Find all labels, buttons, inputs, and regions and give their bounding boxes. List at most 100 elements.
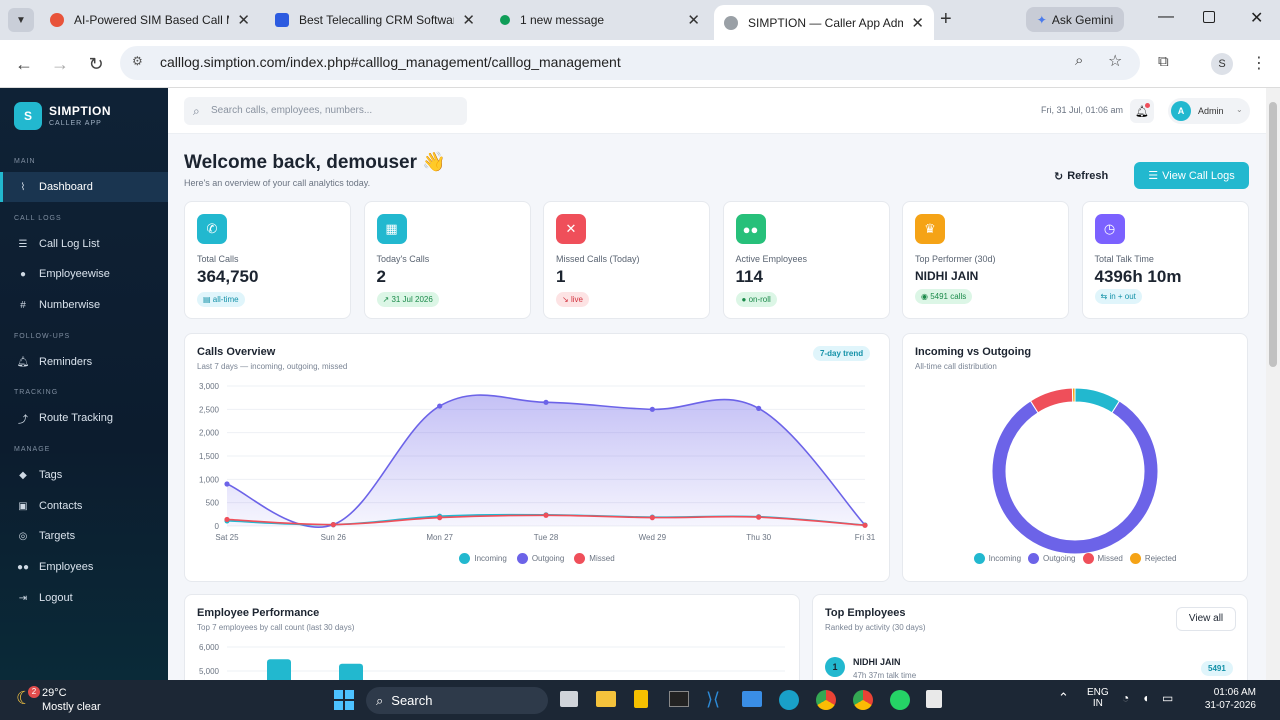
back-button[interactable]: ←: [12, 52, 36, 76]
stat-pill: ↗ 31 Jul 2026: [376, 292, 439, 307]
forward-button[interactable]: →: [48, 52, 72, 76]
search-input[interactable]: ⌕ Search calls, employees, numbers...: [184, 97, 467, 125]
donut-slice-incoming[interactable]: [1074, 387, 1121, 414]
zoom-icon[interactable]: ⌕: [1075, 52, 1083, 69]
browser-menu-icon[interactable]: ⋮: [1251, 53, 1267, 73]
legend-item[interactable]: Missed: [1082, 553, 1123, 564]
close-tab-icon[interactable]: ✕: [462, 11, 475, 29]
weather-widget[interactable]: ☾ 2 29°C Mostly clear: [14, 686, 124, 716]
donut-slice-outgoing[interactable]: [991, 400, 1159, 554]
tab-title: Best Telecalling CRM Software To: [299, 13, 454, 27]
app-icon[interactable]: [926, 690, 942, 708]
legend-item[interactable]: Incoming: [973, 553, 1021, 564]
pill-text: on-roll: [748, 295, 771, 304]
notification-button[interactable]: 🔔︎: [1130, 99, 1154, 123]
minimize-button[interactable]: —: [1158, 8, 1174, 26]
terminal-icon[interactable]: [669, 691, 689, 707]
sidebar-item-employeewise[interactable]: ● Employeewise: [0, 259, 168, 289]
browser-toolbar: ← → ↻ ⚙ calllog.simption.com/index.php#c…: [0, 40, 1280, 88]
legend-item[interactable]: Incoming: [459, 553, 507, 564]
page-scrollbar[interactable]: [1266, 88, 1280, 680]
x-tick-label: Wed 29: [639, 533, 667, 542]
stat-value: 114: [735, 267, 763, 286]
stat-label: Today's Calls: [376, 254, 430, 264]
sidebar-item-numberwise[interactable]: # Numberwise: [0, 290, 168, 320]
taskbar-search[interactable]: ⌕ Search: [366, 687, 548, 714]
vscode-icon[interactable]: ⟩⟨: [706, 689, 720, 710]
language-indicator[interactable]: ENG IN: [1087, 687, 1109, 709]
browser-tab-active[interactable]: SIMPTION — Caller App Admin ✕: [714, 5, 934, 40]
photos-icon[interactable]: [742, 691, 762, 707]
browser-tab[interactable]: AI-Powered SIM Based Call Manag ✕: [40, 6, 260, 34]
sidebar-item-dashboard[interactable]: ⌇ Dashboard: [0, 172, 168, 202]
legend-item[interactable]: Outgoing: [516, 553, 564, 564]
sidebar-item-route-tracking[interactable]: ⤴ Route Tracking: [0, 403, 168, 433]
refresh-button[interactable]: ↻ Refresh: [1054, 165, 1108, 187]
view-all-button[interactable]: View all: [1176, 607, 1236, 631]
browser-tab[interactable]: 1 new message ✕: [490, 6, 710, 34]
rank-badge: 1: [825, 657, 845, 677]
data-point: [756, 405, 762, 411]
pill-icon: ●: [741, 295, 749, 304]
extensions-icon[interactable]: ⧉: [1158, 53, 1169, 70]
sidebar-item-label: Employees: [39, 561, 94, 573]
scrollbar-thumb[interactable]: [1269, 102, 1277, 367]
clock[interactable]: 01:06 AM 31-07-2026: [1190, 687, 1256, 711]
gemini-button[interactable]: ✦ Ask Gemini: [1026, 7, 1124, 32]
x-tick-label: Sat 25: [215, 533, 239, 542]
close-tab-icon[interactable]: ✕: [687, 11, 700, 29]
restore-button[interactable]: [1203, 11, 1215, 23]
reload-button[interactable]: ↻: [84, 52, 108, 76]
whatsapp-icon[interactable]: [890, 690, 910, 710]
start-button[interactable]: [334, 690, 354, 710]
sidebar-item-tags[interactable]: ◆ Tags: [0, 460, 168, 490]
browser-tab[interactable]: Best Telecalling CRM Software To ✕: [265, 6, 485, 34]
tab-search-button[interactable]: ▼: [8, 8, 34, 32]
stat-pill: ▤ all-time: [197, 292, 245, 307]
site-info-icon[interactable]: ⚙: [132, 54, 143, 68]
stat-label: Top Performer (30d): [915, 254, 996, 264]
file-explorer-icon[interactable]: [596, 691, 616, 707]
donut-slice-missed[interactable]: [1029, 387, 1074, 414]
bookmark-star-icon[interactable]: ☆: [1108, 51, 1122, 71]
close-window-button[interactable]: ✕: [1250, 8, 1263, 28]
data-point: [224, 516, 230, 523]
sidebar-item-contacts[interactable]: ▣ Contacts: [0, 491, 168, 521]
route-icon: ⤴: [18, 414, 28, 426]
sticky-notes-icon[interactable]: [634, 690, 648, 708]
list-item[interactable]: 1 NIDHI JAIN 47h 37m talk time 5491: [813, 649, 1249, 680]
current-datetime: Fri, 31 Jul, 01:06 am: [1041, 105, 1124, 115]
view-call-logs-button[interactable]: ☰ View Call Logs: [1134, 162, 1249, 189]
sidebar-item-employees[interactable]: ●● Employees: [0, 552, 168, 582]
new-tab-button[interactable]: +: [940, 8, 952, 31]
tab-title: AI-Powered SIM Based Call Manag: [74, 13, 229, 27]
tray-overflow-icon[interactable]: ⌃: [1058, 690, 1069, 706]
profile-avatar[interactable]: S: [1211, 53, 1233, 75]
legend-item[interactable]: Rejected: [1129, 553, 1176, 564]
sidebar-item-targets[interactable]: ◎ Targets: [0, 521, 168, 551]
legend-label: Missed: [589, 554, 615, 563]
battery-icon[interactable]: ▭: [1162, 691, 1173, 705]
address-bar[interactable]: ⚙ calllog.simption.com/index.php#calllog…: [120, 46, 1140, 80]
donut-slice-rejected[interactable]: [1071, 387, 1076, 403]
legend-item[interactable]: Missed: [574, 553, 615, 564]
volume-icon[interactable]: ◖: [1142, 691, 1149, 705]
legend-item[interactable]: Outgoing: [1028, 553, 1076, 564]
chrome-icon[interactable]: [816, 690, 836, 710]
calendar-icon: ▦: [376, 214, 407, 244]
profile-initial: S: [1218, 58, 1226, 70]
sidebar-item-reminders[interactable]: 🔔︎ Reminders: [0, 347, 168, 377]
close-tab-icon[interactable]: ✕: [237, 11, 250, 29]
chrome-active-icon[interactable]: [853, 690, 873, 710]
sidebar-item-call-log-list[interactable]: ☰ Call Log List: [0, 229, 168, 259]
close-tab-icon[interactable]: ✕: [911, 14, 924, 32]
wifi-icon[interactable]: ◔: [1122, 691, 1129, 705]
user-menu[interactable]: A Admin ⌄: [1168, 98, 1250, 124]
task-view-icon[interactable]: [560, 691, 578, 707]
logo-letter: S: [23, 109, 32, 123]
sidebar-item-label: Reminders: [39, 356, 93, 368]
sidebar-item-logout[interactable]: ⇥ Logout: [0, 583, 168, 613]
list-icon: ☰: [1148, 170, 1159, 182]
edge-icon[interactable]: [779, 690, 799, 710]
stat-card: ●● Active Employees 114 ● on-roll: [722, 201, 890, 319]
